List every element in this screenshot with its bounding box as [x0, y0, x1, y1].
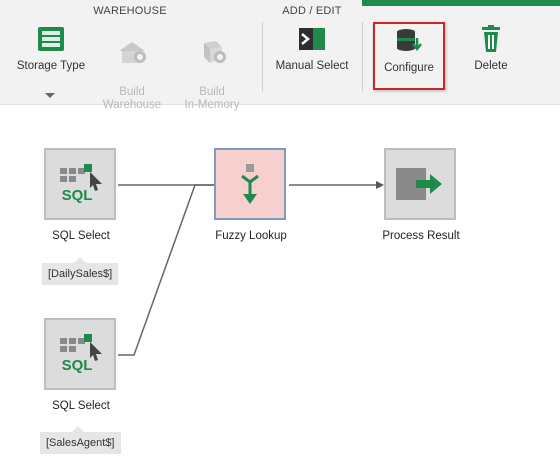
sql-select-node[interactable]: SQL: [44, 318, 116, 390]
arrowhead-icon: [376, 181, 384, 189]
fuzzy-lookup-node[interactable]: [214, 148, 286, 220]
node-label-process-result: Process Result: [382, 230, 460, 242]
node-label-sql-select: SQL Select: [52, 400, 110, 412]
connector-line: [118, 184, 214, 356]
sql-select-icon: SQL: [60, 164, 102, 204]
node-label-fuzzy-lookup: Fuzzy Lookup: [215, 230, 287, 242]
fuzzy-lookup-icon: [241, 164, 259, 204]
node-tag-salesagent: [SalesAgent$]: [40, 426, 121, 454]
sql-select-icon: SQL: [60, 334, 102, 374]
process-result-icon: [396, 168, 442, 200]
node-tag-dailysales: [DailySales$]: [42, 257, 119, 285]
sql-select-node[interactable]: SQL: [44, 148, 116, 220]
svg-text:SQL: SQL: [62, 187, 93, 204]
process-result-node[interactable]: [384, 148, 456, 220]
node-label-sql-select: SQL Select: [52, 230, 110, 242]
svg-text:SQL: SQL: [62, 357, 93, 374]
